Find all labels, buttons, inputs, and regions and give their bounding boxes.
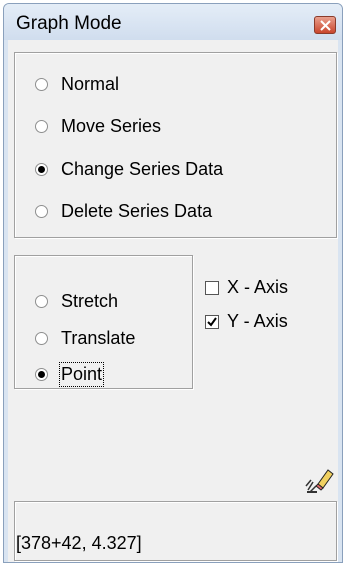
close-icon [320, 20, 331, 31]
radio-normal[interactable]: Normal [35, 74, 119, 95]
radio-button[interactable] [35, 120, 48, 133]
checkbox-label: X - Axis [227, 277, 289, 297]
radio-stretch[interactable]: Stretch [35, 291, 118, 312]
radio-move-series[interactable]: Move Series [35, 116, 161, 137]
radio-button[interactable] [35, 163, 48, 176]
coordinate-readout: [378+42, 4.327] [16, 533, 142, 553]
radio-label: Delete Series Data [61, 201, 213, 221]
eraser-button[interactable] [304, 464, 336, 494]
radio-label: Change Series Data [61, 159, 224, 179]
checkbox-label: Y - Axis [227, 311, 288, 331]
radio-button[interactable] [35, 368, 48, 381]
checkmark-icon [207, 316, 217, 327]
radio-button[interactable] [35, 295, 48, 308]
radio-label: Translate [61, 328, 136, 348]
checkbox[interactable] [205, 280, 219, 295]
radio-button[interactable] [35, 205, 48, 218]
radio-delete-series-data[interactable]: Delete Series Data [35, 201, 212, 222]
radio-button[interactable] [35, 332, 48, 345]
radio-point[interactable]: Point [35, 362, 105, 387]
radio-label: Move Series [61, 116, 162, 136]
radio-label: Point [58, 362, 105, 387]
radio-translate[interactable]: Translate [35, 328, 135, 349]
y-axis-checkbox[interactable]: Y - Axis [205, 311, 288, 332]
radio-label: Normal [61, 74, 120, 94]
eraser-icon [305, 469, 334, 493]
window-title: Graph Mode [16, 13, 122, 34]
client-area: Normal Move Series Change Series Data De… [8, 40, 338, 562]
title-bar[interactable]: Graph Mode [4, 4, 342, 40]
radio-button[interactable] [35, 78, 48, 91]
close-button[interactable] [314, 16, 336, 34]
checkbox[interactable] [205, 314, 219, 329]
graph-mode-window: Graph Mode Normal Move Series Change Ser… [3, 3, 343, 563]
transform-group: Stretch Translate Point [14, 255, 193, 389]
radio-label: Stretch [61, 291, 119, 311]
x-axis-checkbox[interactable]: X - Axis [205, 277, 288, 298]
mode-group: Normal Move Series Change Series Data De… [14, 52, 337, 238]
radio-change-series-data[interactable]: Change Series Data [35, 159, 223, 180]
